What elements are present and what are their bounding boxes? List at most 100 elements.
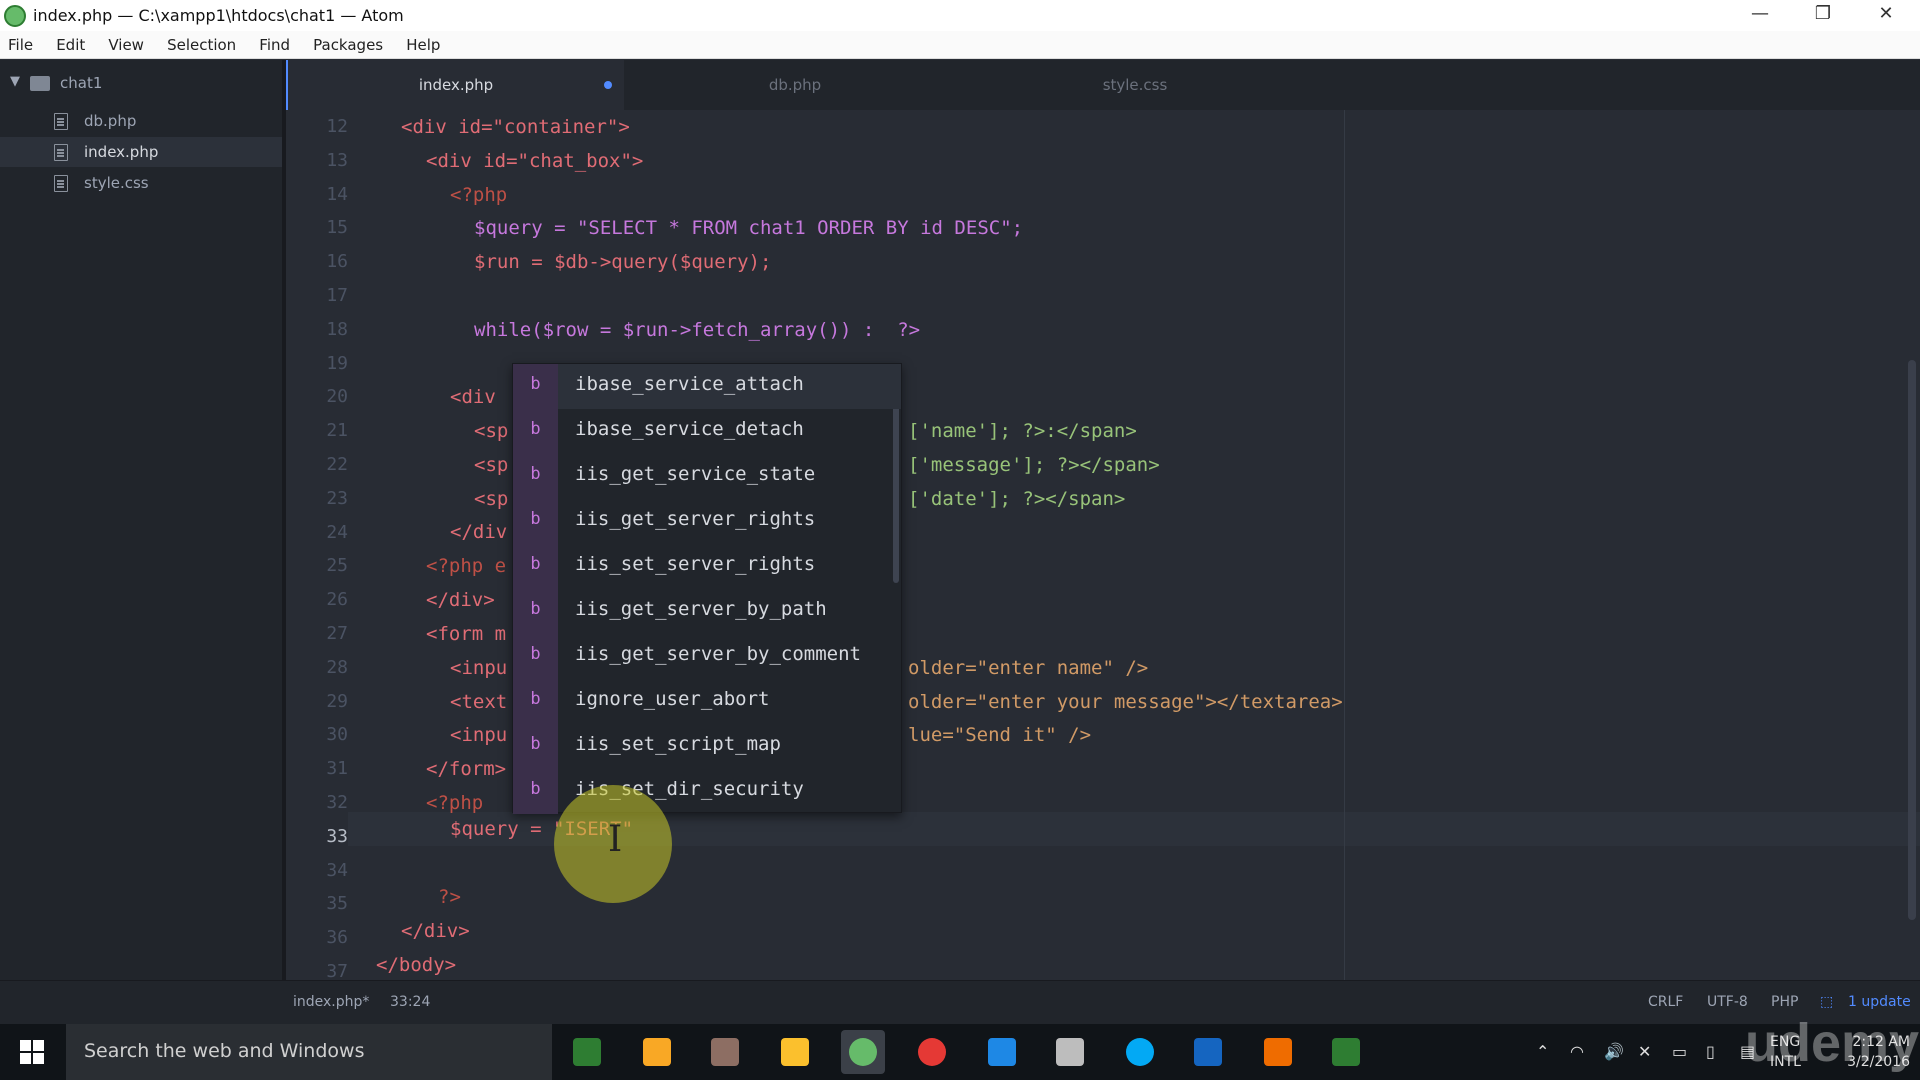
- display-icon[interactable]: ▭: [1672, 1042, 1687, 1061]
- status-line-ending[interactable]: CRLF: [1648, 994, 1683, 1010]
- code-line-22a: <sp: [474, 448, 508, 482]
- status-bar: index.php* 33:24 CRLF UTF-8 PHP ⬚ 1 upda…: [0, 980, 1920, 1024]
- code-token: </div: [450, 521, 508, 543]
- start-pane: [33, 1040, 44, 1051]
- menu-file[interactable]: File: [8, 31, 33, 54]
- autocomplete-item[interactable]: b iis_set_server_rights: [513, 544, 901, 589]
- start-pane: [33, 1053, 44, 1064]
- menu-packages[interactable]: Packages: [313, 31, 383, 54]
- app-glyph: [781, 1038, 809, 1066]
- window-title: index.php — C:\xampp1\htdocs\chat1 — Ato…: [33, 6, 404, 25]
- code-line-21a: <sp: [474, 414, 508, 448]
- folder-icon: [30, 76, 50, 91]
- menu-bar: File Edit View Selection Find Packages H…: [0, 31, 1920, 59]
- battery-icon[interactable]: ▯: [1706, 1042, 1715, 1061]
- autocomplete-item[interactable]: b ignore_user_abort: [513, 679, 901, 724]
- builtin-badge-icon: b: [513, 499, 558, 544]
- close-button[interactable]: ✕: [1856, 0, 1916, 31]
- autocomplete-item[interactable]: b ibase_service_detach: [513, 409, 901, 454]
- code-token: <inpu: [450, 657, 508, 679]
- tree-item-db-php[interactable]: db.php: [0, 106, 282, 136]
- chevron-up-icon[interactable]: ⌃: [1536, 1042, 1549, 1061]
- status-grammar[interactable]: PHP: [1771, 994, 1798, 1010]
- autocomplete-item[interactable]: b iis_get_server_by_path: [513, 589, 901, 634]
- camtasia-icon[interactable]: [565, 1030, 609, 1074]
- code-line-21b: ['name']; ?>:</span>: [908, 414, 1137, 448]
- code-line-18: while($row = $run->fetch_array()) : ?>: [474, 313, 920, 347]
- tree-item-style-css[interactable]: style.css: [0, 168, 282, 198]
- tools-icon[interactable]: [703, 1030, 747, 1074]
- line-number: 15: [326, 217, 348, 238]
- tree-root-folder[interactable]: ▼ chat1: [0, 72, 282, 96]
- code-token: ['date']; ?></span>: [908, 488, 1126, 510]
- title-bar: index.php — C:\xampp1\htdocs\chat1 — Ato…: [0, 0, 1920, 31]
- file-explorer-icon[interactable]: [773, 1030, 817, 1074]
- modified-dot-icon: [604, 81, 612, 89]
- autocomplete-item[interactable]: b ibase_service_attach: [513, 364, 901, 409]
- code-token: <div: [450, 386, 496, 408]
- taskbar: Search the web and Windows ⌃ ◠ 🔊 ✕ ▭ ▯ ▤…: [0, 1024, 1920, 1080]
- edge-icon[interactable]: [980, 1030, 1024, 1074]
- tab-bar: index.php db.php style.css: [286, 60, 1920, 110]
- notepad-icon[interactable]: [1048, 1030, 1092, 1074]
- menu-find[interactable]: Find: [259, 31, 290, 54]
- xampp-icon[interactable]: [1256, 1030, 1300, 1074]
- paint-icon[interactable]: [635, 1030, 679, 1074]
- line-number: 27: [326, 623, 348, 644]
- status-update[interactable]: 1 update: [1848, 994, 1911, 1010]
- autocomplete-item-label: iis_set_server_rights: [575, 553, 816, 575]
- status-encoding[interactable]: UTF-8: [1707, 994, 1748, 1010]
- builtin-badge-icon: b: [513, 769, 558, 814]
- code-token: <sp: [474, 488, 509, 510]
- code-token: <form m: [426, 623, 507, 645]
- tab-index-php[interactable]: index.php: [286, 60, 624, 110]
- status-cursor-position[interactable]: 33:24: [390, 994, 430, 1010]
- windows-start-icon[interactable]: [20, 1040, 44, 1064]
- menu-selection[interactable]: Selection: [167, 31, 236, 54]
- autocomplete-item[interactable]: b iis_get_service_state: [513, 454, 901, 499]
- skype-icon[interactable]: [1118, 1030, 1162, 1074]
- line-number: 36: [326, 927, 348, 948]
- code-line-23b: ['date']; ?></span>: [908, 482, 1125, 516]
- code-line-36: </div>: [401, 914, 470, 948]
- wifi-icon[interactable]: ◠: [1570, 1042, 1584, 1061]
- tree-item-index-php[interactable]: index.php: [0, 137, 282, 167]
- line-number: 25: [326, 555, 348, 576]
- chevron-down-icon: ▼: [10, 74, 20, 89]
- code-line-25: <?php e: [426, 549, 506, 583]
- atom-icon[interactable]: [841, 1030, 885, 1074]
- autocomplete-item-label: ignore_user_abort: [575, 688, 770, 710]
- code-token: while($row = $run->fetch_array()) : ?>: [474, 319, 921, 341]
- atom-app-icon: [4, 5, 26, 27]
- file-icon: [54, 113, 68, 130]
- maximize-button[interactable]: ❐: [1793, 0, 1853, 31]
- line-number: 31: [326, 758, 348, 779]
- code-token: older="enter name" />: [908, 657, 1149, 679]
- file-icon: [54, 144, 68, 161]
- autocomplete-item[interactable]: b iis_get_server_by_comment: [513, 634, 901, 679]
- camtasia-recorder-icon[interactable]: [1324, 1030, 1368, 1074]
- tab-db-php[interactable]: db.php: [626, 60, 964, 110]
- chrome-icon[interactable]: [910, 1030, 954, 1074]
- menu-help[interactable]: Help: [406, 31, 440, 54]
- editor-scrollbar[interactable]: [1908, 360, 1916, 920]
- line-number: 28: [326, 657, 348, 678]
- app-glyph: [1264, 1038, 1292, 1066]
- code-line-30b: lue="Send it" />: [908, 718, 1091, 752]
- taskbar-search-box[interactable]: Search the web and Windows: [66, 1024, 552, 1080]
- menu-edit[interactable]: Edit: [56, 31, 85, 54]
- network-icon[interactable]: ✕: [1638, 1042, 1651, 1061]
- minimize-button[interactable]: —: [1730, 0, 1790, 31]
- code-token: <inpu: [450, 724, 508, 746]
- autocomplete-item[interactable]: b iis_set_script_map: [513, 724, 901, 769]
- autocomplete-item[interactable]: b iis_get_server_rights: [513, 499, 901, 544]
- code-line-26: </div>: [426, 583, 495, 617]
- code-token: <text: [450, 691, 508, 713]
- wrap-guide: [1344, 110, 1345, 980]
- app-glyph: [918, 1038, 946, 1066]
- volume-icon[interactable]: 🔊: [1604, 1042, 1624, 1061]
- word-icon[interactable]: [1186, 1030, 1230, 1074]
- menu-view[interactable]: View: [108, 31, 144, 54]
- tab-style-css[interactable]: style.css: [966, 60, 1304, 110]
- status-file[interactable]: index.php*: [293, 994, 369, 1010]
